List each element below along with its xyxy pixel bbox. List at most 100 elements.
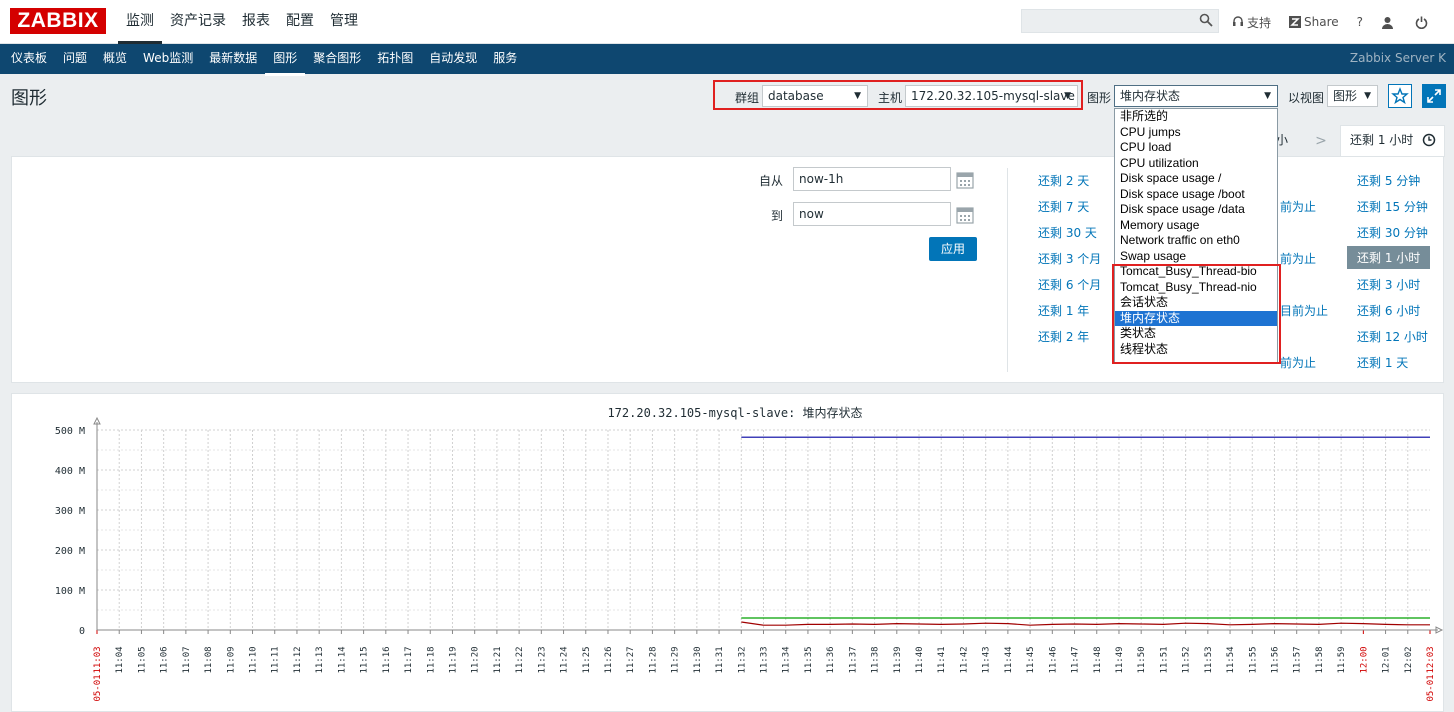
profile-link[interactable] (1381, 16, 1397, 29)
calendar-icon[interactable] (956, 206, 974, 224)
quick-range[interactable]: 前为止 (1280, 198, 1316, 215)
menu-inventory[interactable]: 资产记录 (162, 0, 234, 44)
apply-button[interactable]: 应用 (929, 237, 977, 261)
x-tick-label: 11:55 (1248, 646, 1258, 673)
quick-range[interactable]: 还剩 30 分钟 (1357, 224, 1428, 241)
host-select[interactable]: 172.20.32.105-mysql-slave ▼ (905, 85, 1078, 107)
zabbix-logo[interactable]: ZABBIX (10, 8, 106, 34)
from-input[interactable]: now-1h (793, 167, 951, 191)
menu-reports[interactable]: 报表 (234, 0, 278, 44)
dropdown-option[interactable]: Memory usage (1115, 218, 1277, 234)
quick-range[interactable]: 还剩 1 天 (1357, 354, 1408, 371)
favorite-button[interactable] (1388, 84, 1412, 108)
view-select[interactable]: 图形 ▼ (1327, 85, 1378, 107)
menu-configuration[interactable]: 配置 (278, 0, 322, 44)
dropdown-option[interactable]: CPU jumps (1115, 125, 1277, 141)
x-tick-label: 11:15 (360, 646, 370, 673)
logout-link[interactable] (1415, 16, 1431, 29)
tab-time-range[interactable]: 还剩 1 小时 (1340, 125, 1445, 157)
x-tick-label: 11:52 (1182, 646, 1192, 673)
quick-range[interactable]: 还剩 3 小时 (1357, 276, 1420, 293)
dropdown-option[interactable]: Disk space usage / (1115, 171, 1277, 187)
quick-range[interactable]: 还剩 3 个月 (1038, 250, 1101, 267)
search-input[interactable] (1022, 10, 1192, 32)
quick-range[interactable]: 还剩 6 个月 (1038, 276, 1101, 293)
dropdown-option[interactable]: 会话状态 (1115, 295, 1277, 311)
dropdown-option[interactable]: CPU utilization (1115, 156, 1277, 172)
subnav-discovery[interactable]: 自动发现 (421, 44, 485, 76)
x-tick-label: 11:33 (760, 646, 770, 673)
quick-range[interactable]: 前为止 (1280, 250, 1316, 267)
dropdown-option[interactable]: 非所选的 (1115, 109, 1277, 125)
quick-range[interactable]: 还剩 30 天 (1038, 224, 1097, 241)
dropdown-option[interactable]: 线程状态 (1115, 342, 1277, 358)
to-input[interactable]: now (793, 202, 951, 226)
dropdown-option[interactable]: Disk space usage /data (1115, 202, 1277, 218)
help-link[interactable]: ? (1357, 15, 1363, 29)
menu-administration[interactable]: 管理 (322, 0, 366, 44)
quick-range[interactable]: 还剩 2 年 (1038, 328, 1089, 345)
subnav-problems[interactable]: 问题 (55, 44, 95, 76)
subnav-maps[interactable]: 拓扑图 (369, 44, 421, 76)
host-label: 主机 (878, 91, 903, 105)
quick-range[interactable]: 还剩 15 分钟 (1357, 198, 1428, 215)
view-value: 图形 (1333, 89, 1358, 103)
quick-range[interactable]: 还剩 7 天 (1038, 198, 1089, 215)
dropdown-option[interactable]: Tomcat_Busy_Thread-nio (1115, 280, 1277, 296)
menu-monitoring[interactable]: 监测 (118, 0, 162, 44)
x-tick-label: 11:28 (648, 646, 658, 673)
graph-select[interactable]: 堆内存状态 ▼ (1114, 85, 1278, 107)
quick-range[interactable]: 还剩 6 小时 (1357, 302, 1420, 319)
x-tick-label: 11:32 (737, 646, 747, 673)
dropdown-option[interactable]: Disk space usage /boot (1115, 187, 1277, 203)
x-tick-label: 11:30 (693, 646, 703, 673)
x-tick-label: 11:56 (1270, 646, 1280, 673)
quick-range[interactable]: 还剩 1 年 (1038, 302, 1089, 319)
dropdown-option[interactable]: Tomcat_Busy_Thread-bio (1115, 264, 1277, 280)
tab-time-range-label: 还剩 1 小时 (1350, 133, 1414, 147)
x-date-label: 05-01 (1426, 674, 1436, 701)
quick-range[interactable]: 前为止 (1280, 354, 1316, 371)
x-tick-label: 11:51 (1159, 646, 1169, 673)
x-tick-label: 11:05 (137, 646, 147, 673)
x-tick-label: 11:04 (115, 646, 125, 673)
quick-range[interactable]: 还剩 12 小时 (1357, 328, 1428, 345)
quick-range-selected[interactable]: 还剩 1 小时 (1347, 246, 1431, 269)
calendar-icon[interactable] (956, 171, 974, 189)
group-select[interactable]: database ▼ (762, 85, 868, 107)
y-tick-label: 500 M (55, 426, 85, 437)
zabbix-share-icon (1289, 16, 1302, 28)
support-link[interactable]: 支持 (1232, 14, 1271, 31)
x-tick-label: 11:29 (671, 646, 681, 673)
subnav-screens[interactable]: 聚合图形 (305, 44, 369, 76)
subnav-web[interactable]: Web监测 (135, 44, 201, 76)
quick-range[interactable]: 还剩 2 天 (1038, 172, 1089, 189)
sub-navigation: 仪表板 问题 概览 Web监测 最新数据 图形 聚合图形 拓扑图 自动发现 服务… (0, 44, 1454, 76)
x-tick-label: 11:14 (337, 646, 347, 673)
dropdown-option[interactable]: 堆内存状态 (1115, 310, 1277, 326)
subnav-services[interactable]: 服务 (485, 44, 525, 76)
subnav-overview[interactable]: 概览 (95, 44, 135, 76)
x-tick-label: 12:02 (1404, 646, 1414, 673)
subnav-graphs[interactable]: 图形 (265, 44, 306, 76)
dropdown-option[interactable]: 类状态 (1115, 326, 1277, 342)
x-tick-label: 11:54 (1226, 646, 1236, 673)
dropdown-option[interactable]: CPU load (1115, 140, 1277, 156)
x-tick-label: 11:11 (271, 646, 281, 673)
dropdown-option[interactable]: Swap usage (1115, 249, 1277, 265)
subnav-dashboard[interactable]: 仪表板 (3, 44, 55, 76)
x-tick-label: 11:25 (582, 646, 592, 673)
x-tick-label: 11:21 (493, 646, 503, 673)
dropdown-option[interactable]: Network traffic on eth0 (1115, 233, 1277, 249)
subnav-latest-data[interactable]: 最新数据 (201, 44, 265, 76)
quick-range[interactable]: 目前为止 (1280, 302, 1328, 319)
x-tick-label: 11:49 (1115, 646, 1125, 673)
x-tick-label: 11:43 (982, 646, 992, 673)
quick-range[interactable]: 还剩 5 分钟 (1357, 172, 1420, 189)
headset-icon (1233, 16, 1243, 26)
fullscreen-button[interactable] (1422, 84, 1446, 108)
to-label: 到 (771, 209, 784, 223)
search-icon[interactable] (1199, 13, 1213, 27)
chevron-right-icon[interactable]: > (1306, 128, 1336, 156)
share-link[interactable]: Share (1289, 15, 1339, 29)
